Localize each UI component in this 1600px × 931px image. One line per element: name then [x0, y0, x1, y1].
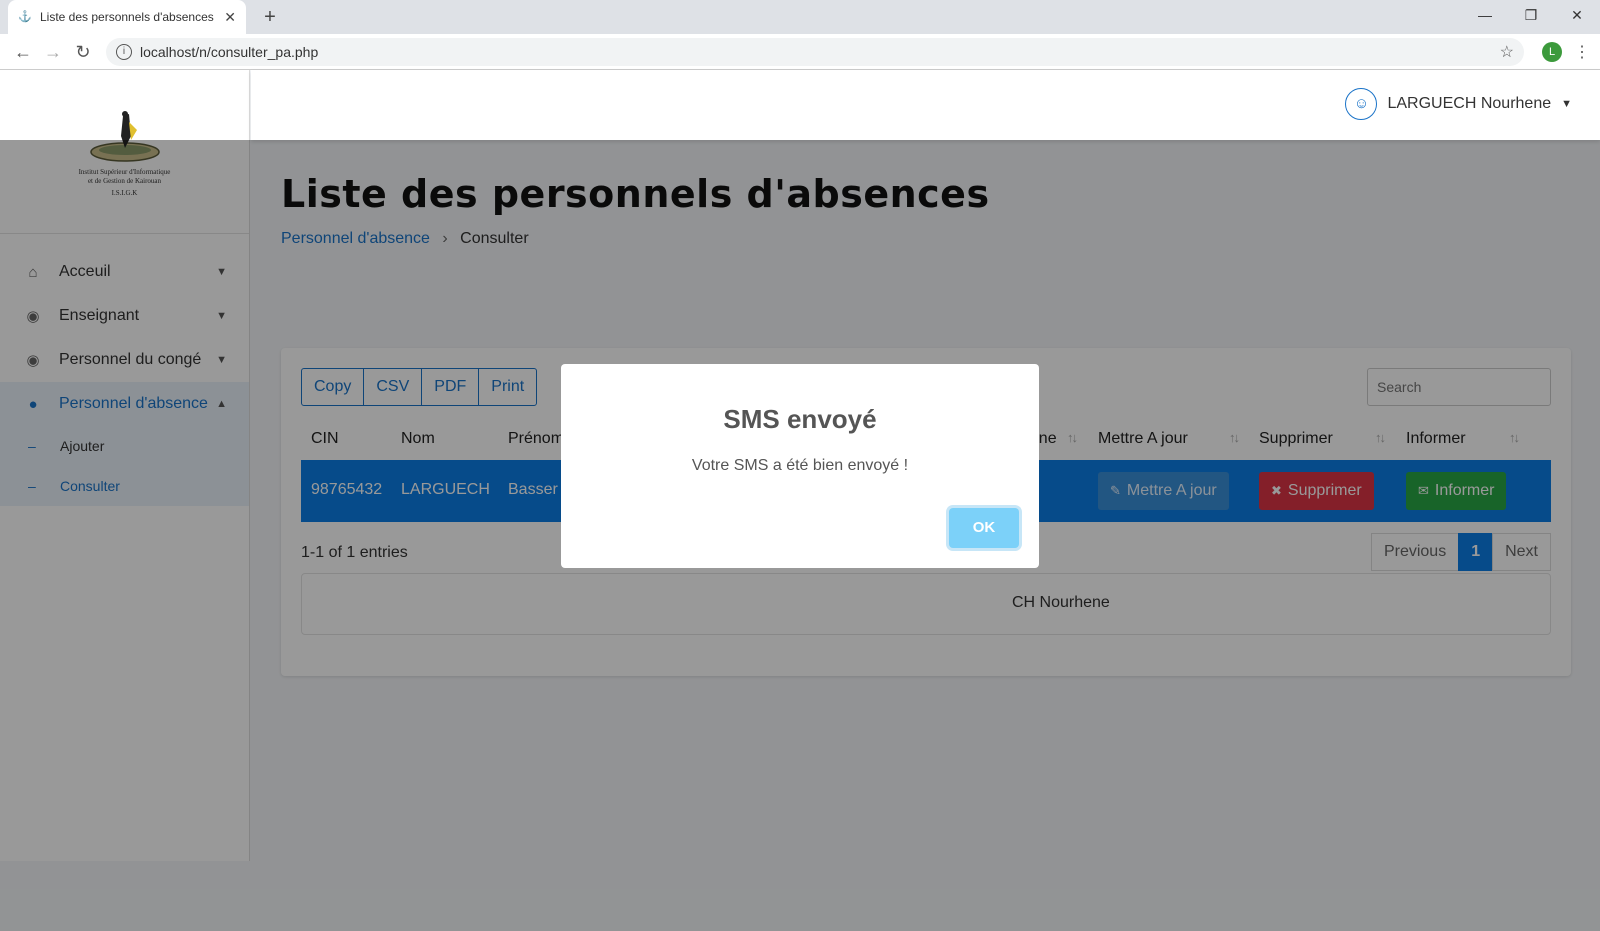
site-favicon-icon: ⚓ [18, 11, 32, 23]
url-text: localhost/n/consulter_pa.php [140, 43, 319, 60]
sms-sent-dialog: SMS envoyé Votre SMS a été bien envoyé !… [561, 364, 1039, 568]
profile-avatar[interactable]: L [1542, 41, 1562, 62]
user-menu[interactable]: ☺ LARGUECH Nourhene ▼ [1345, 88, 1572, 120]
user-name: LARGUECH Nourhene [1387, 95, 1552, 112]
tab-title: Liste des personnels d'absences [40, 10, 214, 24]
site-info-icon[interactable]: i [116, 43, 132, 60]
close-tab-icon[interactable]: ✕ [224, 9, 236, 26]
dialog-title: SMS envoyé [723, 404, 877, 434]
minimize-icon[interactable]: — [1462, 0, 1508, 30]
restore-icon[interactable]: ❐ [1508, 0, 1554, 30]
ok-button[interactable]: OK [949, 508, 1019, 548]
browser-menu-icon[interactable]: ⋮ [1572, 42, 1592, 62]
new-tab-button[interactable]: + [258, 5, 282, 29]
browser-tab[interactable]: ⚓ Liste des personnels d'absences ✕ [8, 0, 246, 34]
reload-icon[interactable]: ↻ [68, 37, 98, 67]
dialog-message: Votre SMS a été bien envoyé ! [691, 457, 909, 474]
top-navbar: ☺ LARGUECH Nourhene ▼ [251, 70, 1600, 140]
close-window-icon[interactable]: ✕ [1554, 0, 1600, 30]
chevron-down-icon: ▼ [1561, 98, 1572, 110]
user-avatar-icon: ☺ [1345, 88, 1378, 120]
browser-tab-strip: ⚓ Liste des personnels d'absences ✕ + — … [0, 0, 1600, 34]
browser-toolbar: ← → ↻ i localhost/n/consulter_pa.php ☆ L… [0, 34, 1600, 70]
address-bar[interactable]: i localhost/n/consulter_pa.php ☆ [106, 37, 1524, 66]
forward-icon[interactable]: → [38, 37, 68, 67]
bookmark-star-icon[interactable]: ☆ [1500, 42, 1514, 62]
back-icon[interactable]: ← [8, 37, 38, 67]
